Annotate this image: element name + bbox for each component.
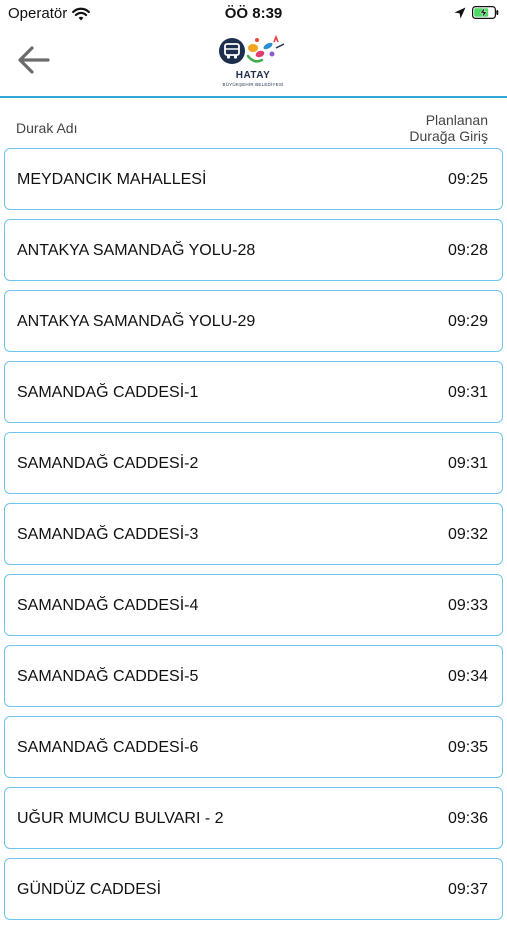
status-right [454, 6, 499, 19]
logo-subtitle: BÜYÜKŞEHİR BELEDİYESİ [222, 82, 284, 87]
column-header-stop-name: Durak Adı [16, 120, 78, 136]
stop-time: 09:28 [447, 242, 488, 259]
stop-row[interactable]: SAMANDAĞ CADDESİ-4 09:33 [4, 574, 503, 636]
back-button[interactable] [14, 40, 54, 80]
stop-name: SAMANDAĞ CADDESİ-1 [17, 384, 199, 401]
stop-time: 09:29 [447, 313, 488, 330]
bus-icon [219, 34, 285, 64]
stop-name: SAMANDAĞ CADDESİ-4 [17, 597, 199, 614]
table-header: Durak Adı Planlanan Durağa Giriş [0, 108, 507, 148]
stop-row[interactable]: SAMANDAĞ CADDESİ-2 09:31 [4, 432, 503, 494]
stop-name: ANTAKYA SAMANDAĞ YOLU-28 [17, 242, 256, 259]
status-time: ÖÖ 8:39 [224, 5, 283, 22]
stop-row[interactable]: ANTAKYA SAMANDAĞ YOLU-29 09:29 [4, 290, 503, 352]
stop-name: SAMANDAĞ CADDESİ-3 [17, 526, 199, 543]
stop-time: 09:32 [447, 526, 488, 543]
column-header-planned-time-line1: Planlanan [425, 112, 488, 128]
stop-time: 09:35 [447, 739, 488, 756]
column-header-planned-time: Planlanan Durağa Giriş [409, 112, 488, 144]
back-arrow-icon [18, 46, 50, 74]
status-bar: Operatör ÖÖ 8:39 [0, 0, 507, 28]
stop-row[interactable]: ANTAKYA SAMANDAĞ YOLU-28 09:28 [4, 219, 503, 281]
stop-row[interactable]: GÜNDÜZ CADDESİ 09:37 [4, 858, 503, 920]
stop-name: SAMANDAĞ CADDESİ-6 [17, 739, 199, 756]
column-header-planned-time-line2: Durağa Giriş [409, 128, 488, 144]
stop-time: 09:25 [447, 171, 488, 188]
stop-time: 09:34 [447, 668, 488, 685]
stop-name: MEYDANCIK MAHALLESİ [17, 171, 207, 188]
stop-time: 09:31 [447, 384, 488, 401]
logo-title: HATAY [235, 70, 271, 81]
stop-row[interactable]: SAMANDAĞ CADDESİ-3 09:32 [4, 503, 503, 565]
stop-row[interactable]: MEYDANCIK MAHALLESİ 09:25 [4, 148, 503, 210]
stop-list: MEYDANCIK MAHALLESİ 09:25 ANTAKYA SAMAND… [4, 148, 503, 929]
stop-time: 09:36 [447, 810, 488, 827]
stop-row[interactable]: SAMANDAĞ CADDESİ-6 09:35 [4, 716, 503, 778]
location-arrow-icon [454, 7, 466, 18]
stop-name: GÜNDÜZ CADDESİ [17, 881, 162, 898]
stop-row[interactable]: SAMANDAĞ CADDESİ-5 09:34 [4, 645, 503, 707]
nav-bar: HATAY BÜYÜKŞEHİR BELEDİYESİ [0, 28, 507, 98]
stop-name: ANTAKYA SAMANDAĞ YOLU-29 [17, 313, 256, 330]
battery-charging-icon [472, 6, 499, 19]
stop-time: 09:31 [447, 455, 488, 472]
stop-row[interactable]: SAMANDAĞ CADDESİ-1 09:31 [4, 361, 503, 423]
stop-time: 09:33 [447, 597, 488, 614]
hatay-logo: HATAY BÜYÜKŞEHİR BELEDİYESİ [210, 34, 296, 92]
stop-name: SAMANDAĞ CADDESİ-5 [17, 668, 199, 685]
stop-name: UĞUR MUMCU BULVARI - 2 [17, 810, 224, 827]
stop-time: 09:37 [447, 881, 488, 898]
stop-name: SAMANDAĞ CADDESİ-2 [17, 455, 199, 472]
stop-row[interactable]: UĞUR MUMCU BULVARI - 2 09:36 [4, 787, 503, 849]
